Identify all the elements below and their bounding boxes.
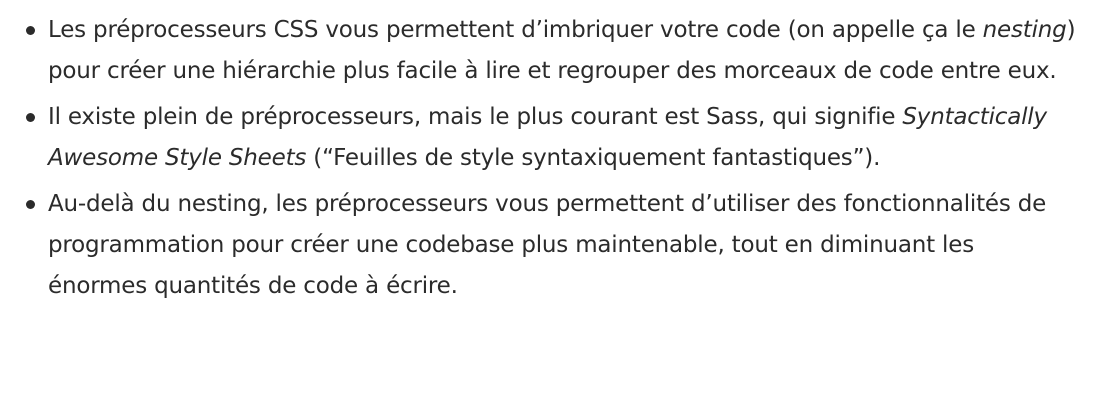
- bullet-icon: [26, 26, 35, 35]
- bullet-list: Les préprocesseurs CSS vous permettent d…: [20, 10, 1078, 307]
- content-area: Les préprocesseurs CSS vous permettent d…: [0, 0, 1094, 307]
- list-item: Au-delà du nesting, les préprocesseurs v…: [20, 184, 1078, 307]
- bullet-icon: [26, 200, 35, 209]
- list-item: Les préprocesseurs CSS vous permettent d…: [20, 10, 1078, 92]
- item-text: Au-delà du nesting, les préprocesseurs v…: [48, 191, 1047, 299]
- item-text: Il existe plein de préprocesseurs, mais …: [48, 104, 903, 130]
- item-text: (“Feuilles de style syntaxiquement fanta…: [306, 145, 881, 171]
- bullet-icon: [26, 113, 35, 122]
- item-emphasis: nesting: [982, 17, 1067, 43]
- item-text: Les préprocesseurs CSS vous permettent d…: [48, 17, 983, 43]
- list-item: Il existe plein de préprocesseurs, mais …: [20, 97, 1078, 179]
